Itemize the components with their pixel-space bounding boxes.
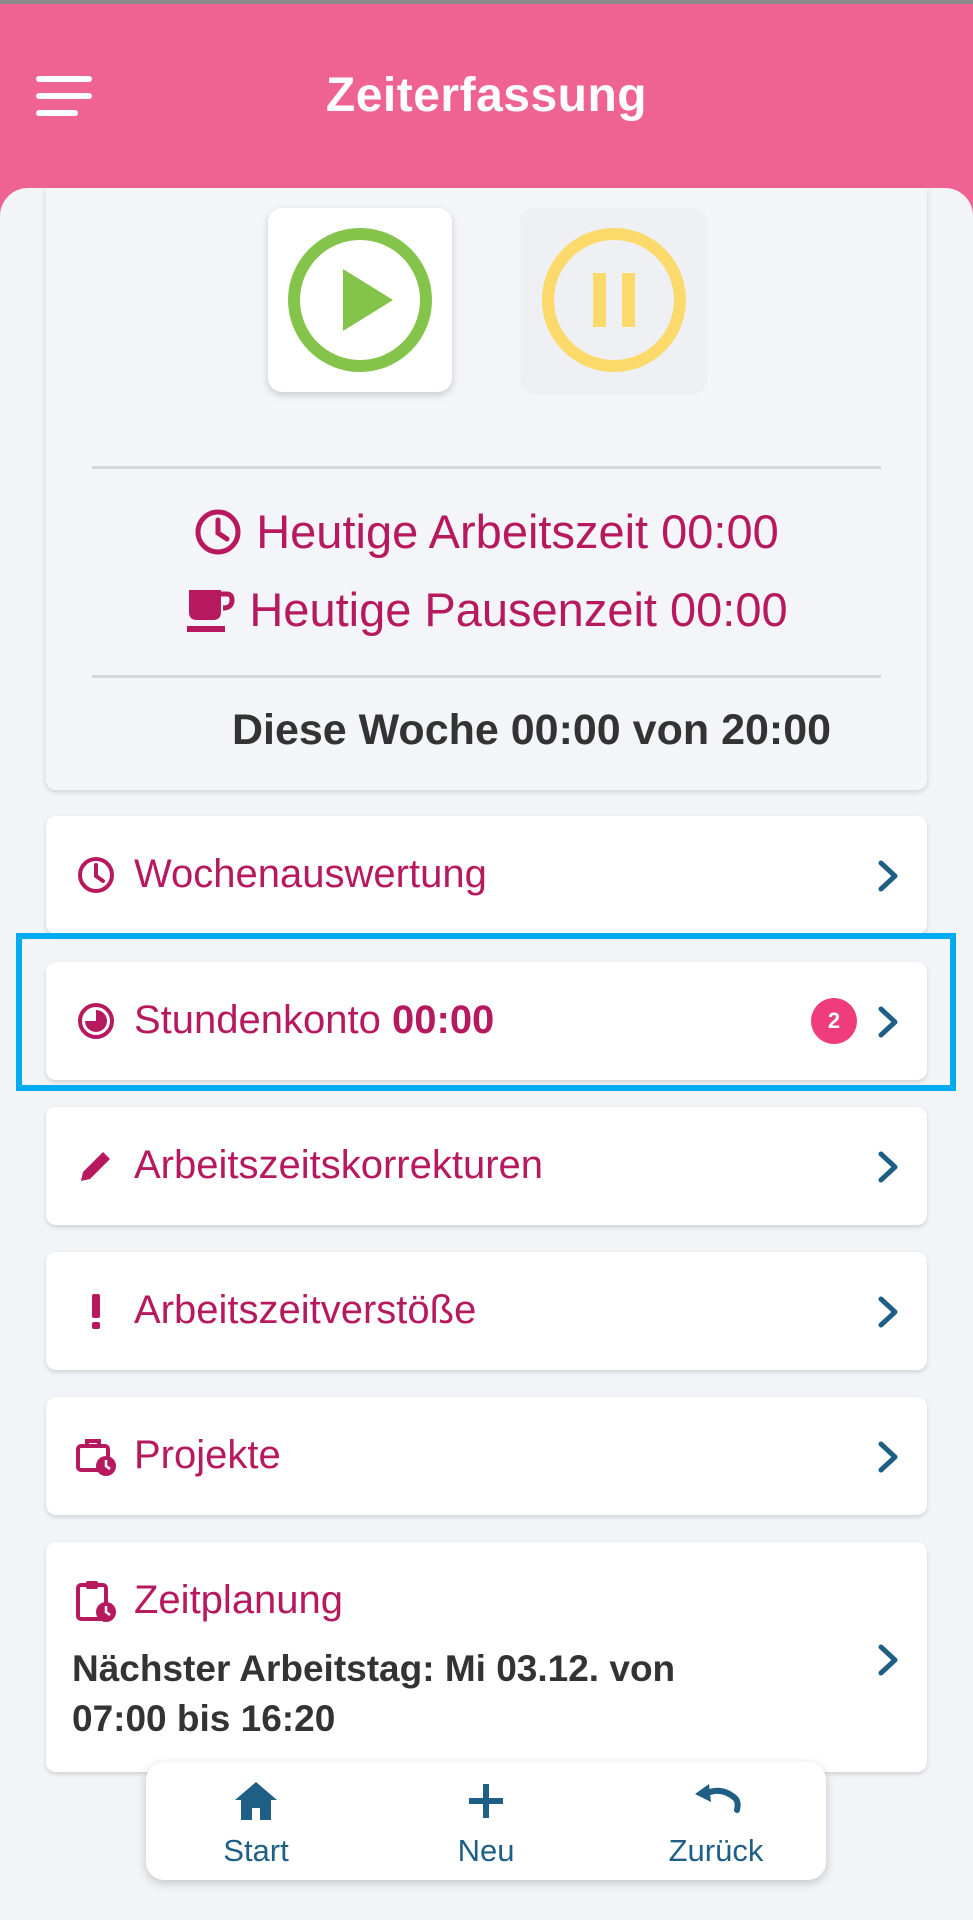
nav-start-label: Start [223,1833,289,1868]
plus-icon [469,1784,503,1818]
menu-item-row: Stundenkonto 00:00 [74,998,899,1043]
divider [92,466,881,469]
exclamation-icon [74,1289,118,1333]
clipboard-clock-icon [74,1579,118,1623]
menu-item-label: Stundenkonto 00:00 [134,998,494,1043]
next-workday-line1: Nächster Arbeitstag: Mi 03.12. von [72,1648,676,1689]
app-header: Zeiterfassung [0,4,973,218]
briefcase-clock-icon [74,1434,118,1478]
next-workday-line2: 07:00 bis 16:20 [72,1698,336,1739]
nav-neu-label: Neu [457,1833,515,1868]
clock-icon [195,509,241,554]
pause-timer-button[interactable] [522,208,706,392]
start-timer-button[interactable] [268,208,452,392]
nav-start[interactable]: Start [176,1780,336,1869]
coffee-icon [187,589,235,632]
time-summary-card: Heutige Arbeitszeit 00:00 Heutige Pausen… [46,188,927,790]
menu-item-row: Wochenauswertung [74,852,899,897]
undo-icon [695,1784,741,1813]
menu-item-label: Arbeitszeitskorrekturen [134,1143,544,1187]
pie-icon [74,999,118,1043]
nav-zurueck[interactable]: Zurück [636,1780,796,1869]
work-time-text: Heutige Arbeitszeit 00:00 [256,505,779,558]
home-icon [235,1782,277,1820]
menu-item-projekte[interactable]: Projekte [46,1397,927,1515]
week-summary-text: Diese Woche 00:00 von 20:00 [231,706,832,754]
menu-item-row: Arbeitszeitskorrekturen [74,1143,899,1188]
notification-badge: 2 [811,998,857,1044]
nav-zurueck-label: Zurück [668,1833,764,1868]
stundenkonto-label: Stundenkonto [134,998,381,1042]
divider [92,675,881,678]
menu-item-zeitplanung[interactable]: Zeitplanung Nächster Arbeitstag: Mi 03.1… [46,1542,927,1772]
clock-icon [74,853,118,897]
menu-item-arbeitszeitskorrekturen[interactable]: Arbeitszeitskorrekturen [46,1107,927,1225]
pencil-icon [74,1144,118,1188]
stundenkonto-value: 00:00 [392,998,495,1042]
page-title: Zeiterfassung [325,69,648,122]
chevron-right-icon [878,1006,898,1038]
menu-item-row: Zeitplanung [74,1578,899,1623]
next-workday-text: Nächster Arbeitstag: Mi 03.12. von 07:00… [72,1644,792,1744]
menu-item-wochenauswertung[interactable]: Wochenauswertung [46,816,927,934]
chevron-right-icon [878,1151,898,1183]
play-icon [288,228,432,372]
break-time-row: Heutige Pausenzeit 00:00 [46,582,927,637]
chevron-right-icon [878,860,898,892]
nav-neu[interactable]: Neu [406,1780,566,1869]
week-summary: Diese Woche 00:00 von 20:00 [46,706,927,755]
pause-icon [542,228,686,372]
menu-item-label: Wochenauswertung [134,852,487,896]
menu-item-stundenkonto[interactable]: Stundenkonto 00:00 2 [46,962,927,1080]
chevron-right-icon [878,1441,898,1473]
bottom-navigation: Start Neu Zurück [146,1762,826,1880]
menu-item-row: Arbeitszeitverstöße [74,1288,899,1333]
menu-item-label: Arbeitszeitverstöße [134,1288,477,1332]
chevron-right-icon [878,1296,898,1328]
break-time-text: Heutige Pausenzeit 00:00 [249,583,788,636]
menu-item-arbeitszeitverstoesse[interactable]: Arbeitszeitverstöße [46,1252,927,1370]
work-time-row: Heutige Arbeitszeit 00:00 [46,504,927,559]
menu-item-label: Zeitplanung [134,1578,344,1622]
menu-item-row: Projekte [74,1433,899,1478]
menu-item-label: Projekte [134,1433,281,1477]
chevron-right-icon [878,1644,898,1676]
